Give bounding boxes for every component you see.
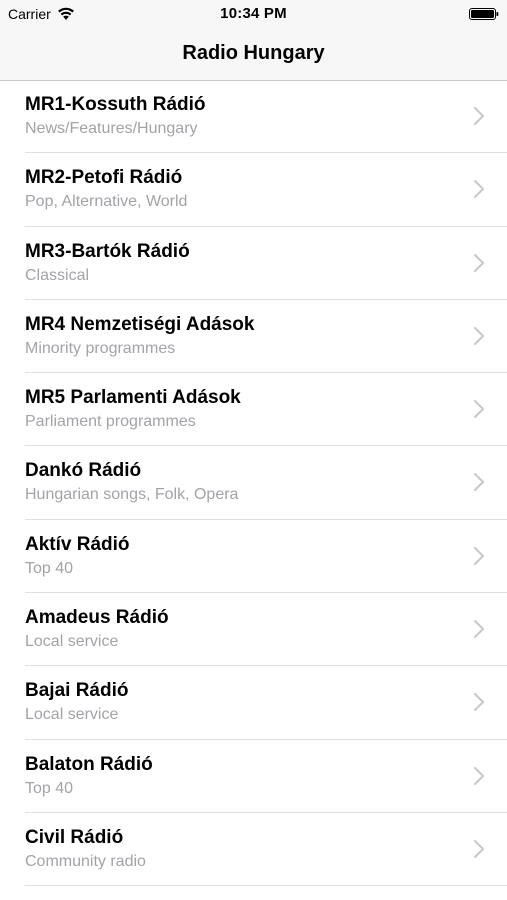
chevron-right-icon (474, 766, 484, 785)
chevron-right-icon (474, 620, 484, 639)
list-item[interactable]: Dankó Rádió Hungarian songs, Folk, Opera (0, 446, 507, 521)
station-name: MR1-Kossuth Rádió (25, 94, 206, 115)
station-genre: Classical (25, 266, 90, 284)
station-genre: News/Features/Hungary (25, 120, 198, 137)
station-name: MR3-Bartók Rádió (25, 240, 190, 262)
station-name: Bajai Rádió (25, 680, 129, 702)
chevron-right-icon (474, 253, 484, 272)
list-item[interactable]: MR5 Parlamenti Adások Parliament programm… (0, 373, 507, 447)
chevron-right-icon (474, 546, 484, 565)
station-name: MR4 Nemzetiségi Adások (25, 313, 255, 335)
list-item[interactable]: Balaton Rádió Top 40 (0, 740, 507, 814)
list-item[interactable]: MR2-Petofi Rádió Pop, Alternative, World (0, 153, 507, 227)
list-item[interactable]: Civil Rádió Community radio (0, 813, 507, 887)
station-genre: Parliament programmes (25, 413, 196, 431)
chevron-right-icon (474, 473, 484, 492)
station-genre: Top 40 (25, 559, 74, 577)
battery-icon (469, 8, 499, 20)
station-name: Aktív Rádió (25, 533, 130, 555)
station-name: MR5 Parlamenti Adások (25, 387, 241, 409)
chevron-right-icon (474, 180, 484, 199)
station-name: Dankó Rádió (25, 460, 142, 482)
status-bar: Carrier 10:34 PM (0, 0, 507, 28)
station-genre: Local service (25, 706, 119, 724)
list-item[interactable]: MR4 Nemzetiségi Adások Minority programme… (0, 300, 507, 374)
chevron-right-icon (474, 107, 484, 125)
list-item[interactable]: Aktív Rádió Top 40 (0, 520, 507, 594)
chevron-right-icon (474, 693, 484, 712)
list-item[interactable]: MR1-Kossuth Rádió News/Features/Hungary (0, 80, 507, 154)
list-item[interactable]: Bajai Rádió Local service (0, 666, 507, 740)
station-genre: Hungarian songs, Folk, Opera (25, 486, 239, 504)
station-genre: Community radio (25, 852, 146, 870)
page-title: Radio Hungary (182, 42, 325, 64)
station-name: Balaton Rádió (25, 753, 153, 775)
station-genre: Top 40 (25, 779, 74, 797)
chevron-right-icon (474, 839, 484, 858)
navigation-bar: Carrier 10:34 PM Radio Hungary (0, 0, 507, 81)
station-list: MR1-Kossuth Rádió News/Features/Hungary MR… (0, 80, 507, 887)
list-item[interactable]: MR3-Bartók Rádió Classical (0, 227, 507, 301)
chevron-right-icon (474, 400, 484, 419)
chevron-right-icon (474, 326, 484, 345)
station-name: Amadeus Rádió (25, 607, 169, 629)
station-genre: Local service (25, 633, 119, 651)
list-item[interactable]: Amadeus Rádió Local service (0, 593, 507, 667)
station-genre: Minority programmes (25, 339, 176, 357)
station-name: MR2-Petofi Rádió (25, 167, 183, 189)
station-name: Civil Rádió (25, 826, 124, 848)
station-genre: Pop, Alternative, World (25, 193, 188, 211)
status-time: 10:34 PM (220, 5, 287, 22)
